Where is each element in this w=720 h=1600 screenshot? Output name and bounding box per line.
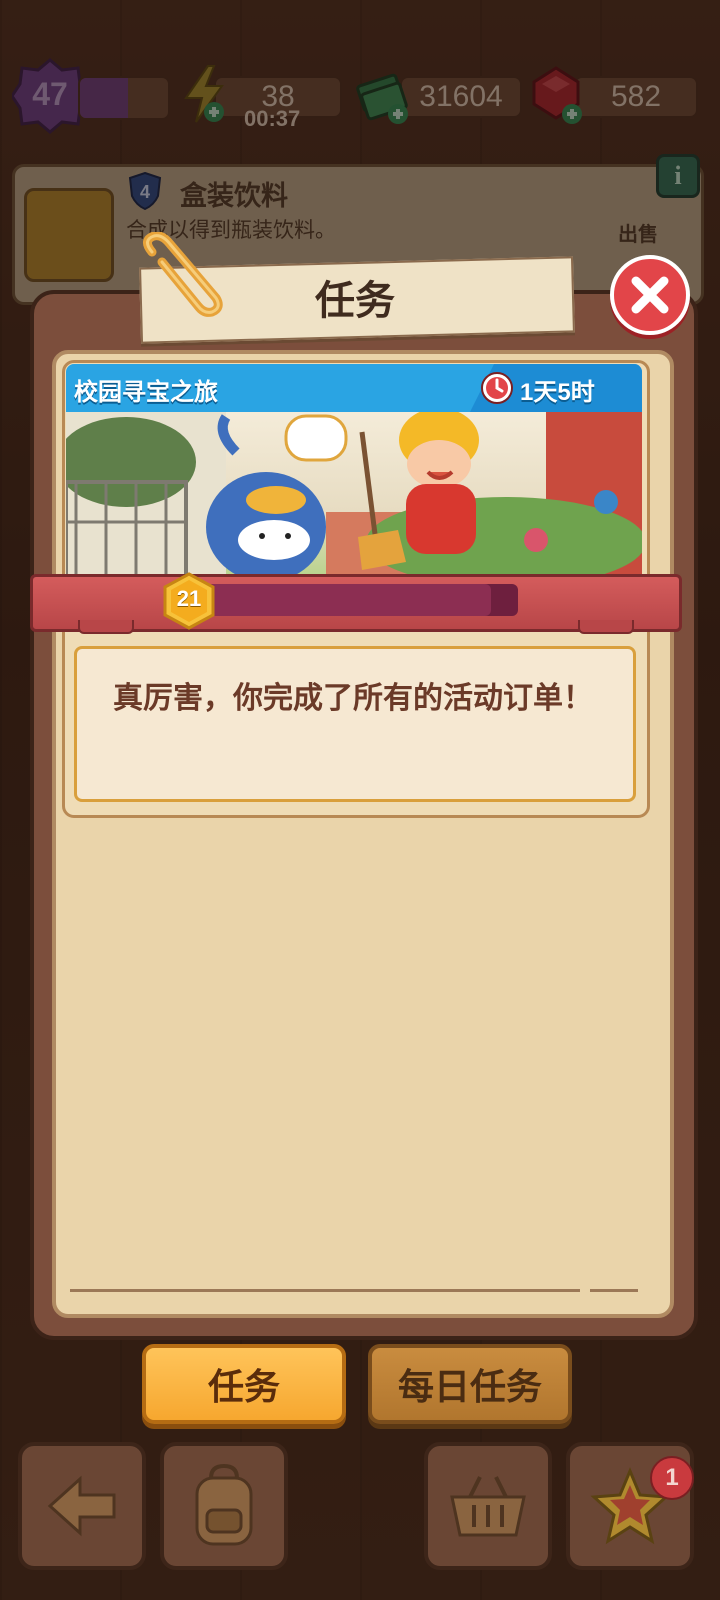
star-notification-badge: 1 [650, 1456, 694, 1500]
divider [70, 1289, 580, 1292]
event-time-left: 1天5时 [520, 379, 595, 406]
completion-message: 真厉害，你完成了所有的活动订单！ [113, 681, 593, 716]
message-box [74, 646, 636, 802]
event-level: 21 [176, 586, 202, 611]
basket-icon [450, 1476, 526, 1537]
shop-basket-button[interactable] [424, 1442, 552, 1570]
back-button[interactable] [18, 1442, 146, 1570]
rail-ledge [578, 620, 634, 634]
backpack-button[interactable] [160, 1442, 288, 1570]
divider [590, 1289, 638, 1292]
tab-daily-tasks[interactable]: 每日任务 [368, 1344, 572, 1424]
paperclip-icon [143, 232, 223, 317]
back-arrow-icon [47, 1475, 116, 1537]
event-progress-bar [186, 584, 518, 616]
clock-icon [481, 372, 513, 404]
event-banner-image [66, 412, 642, 577]
event-name: 校园寻宝之旅 [74, 378, 218, 406]
close-button[interactable] [610, 255, 690, 335]
event-illustration [66, 412, 642, 577]
backpack-icon [195, 1464, 253, 1546]
close-icon [631, 276, 669, 314]
tab-tasks[interactable]: 任务 [142, 1344, 346, 1424]
rail-ledge [78, 620, 134, 634]
